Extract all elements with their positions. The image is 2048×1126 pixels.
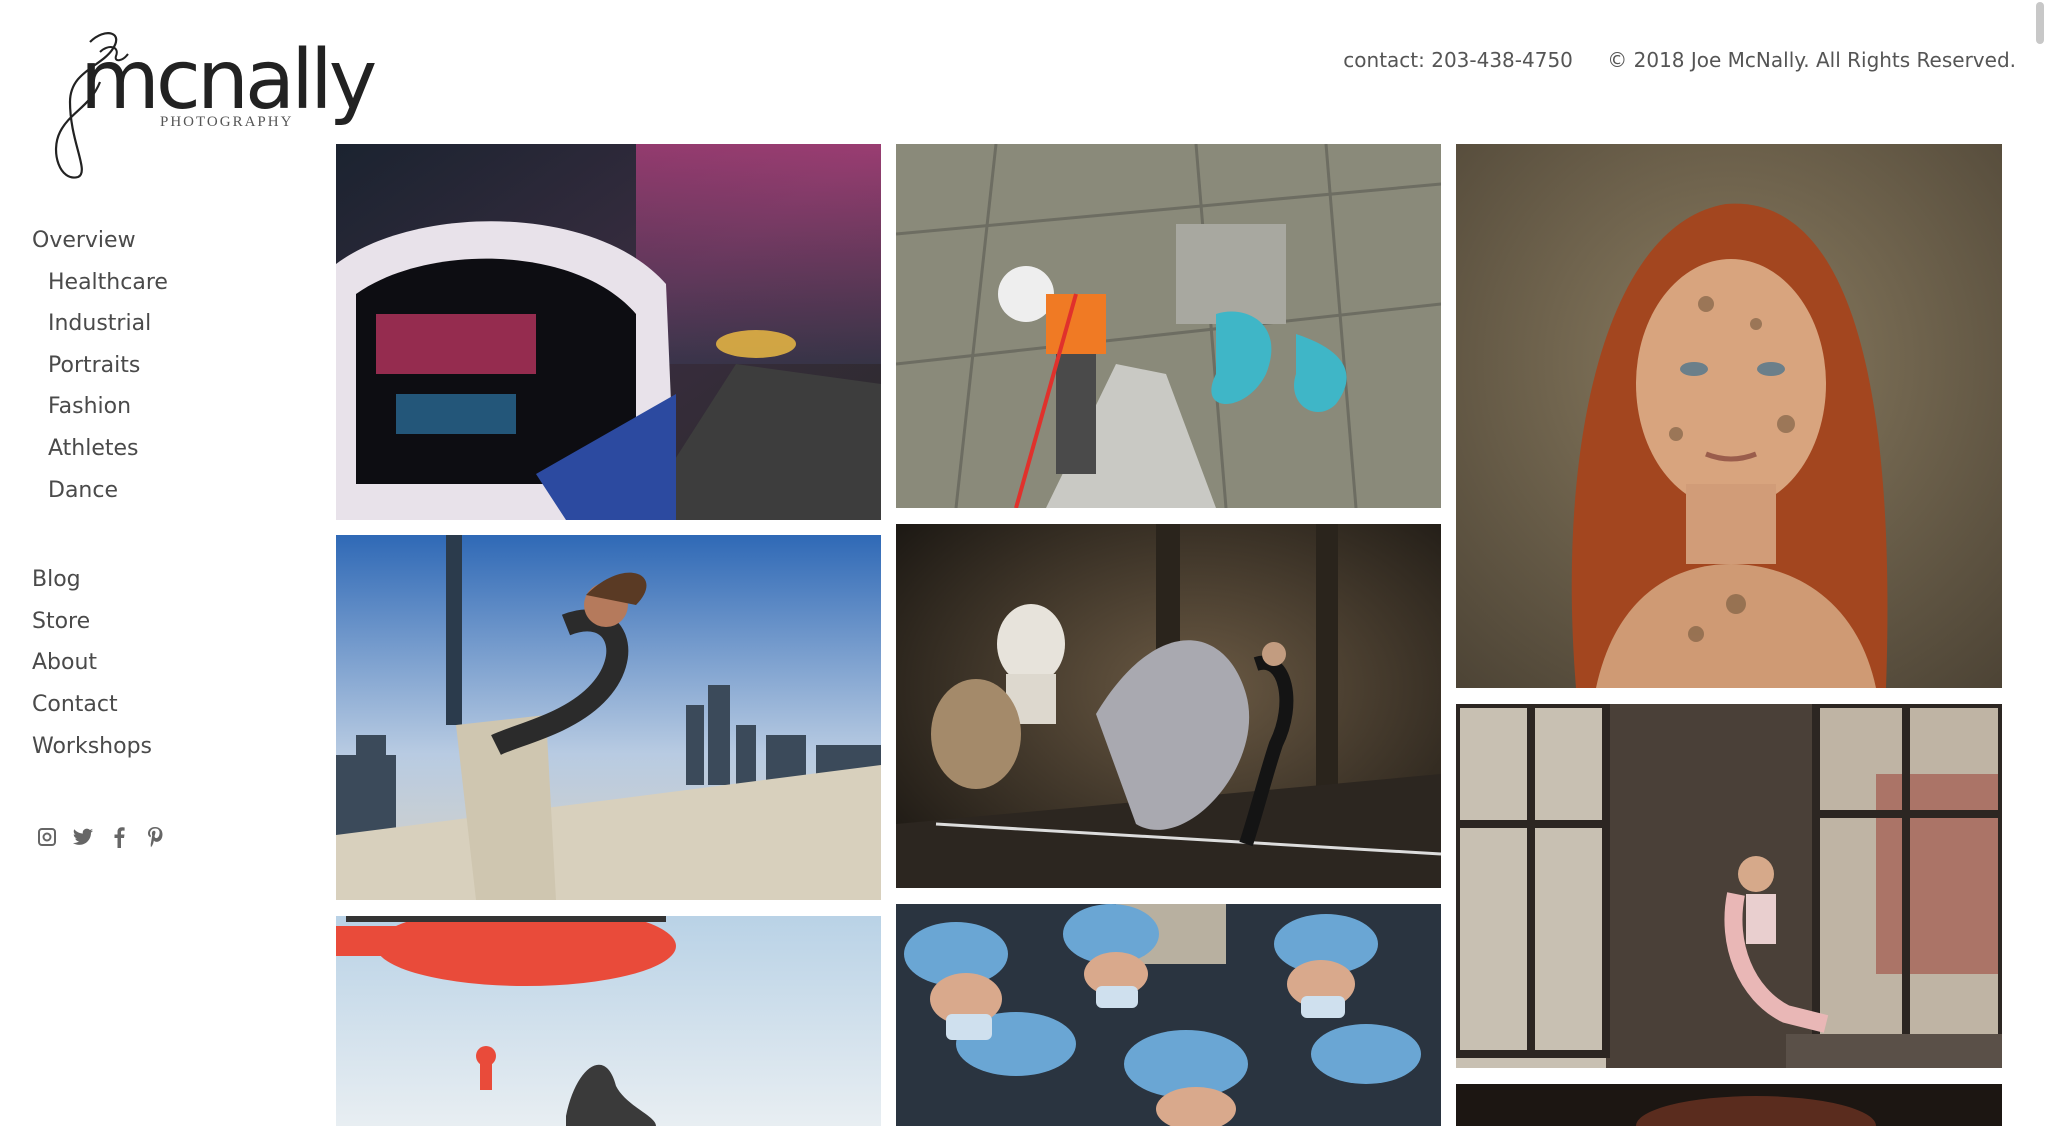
helicopter-photo — [336, 916, 881, 1126]
site-logo[interactable]: mcnally PHOTOGRAPHY — [30, 22, 377, 182]
photo-athlete-jumping[interactable] — [336, 535, 881, 900]
photo-grid — [336, 144, 2002, 1126]
photo-ambulance-times-square[interactable] — [336, 144, 881, 520]
copyright-text: © 2018 Joe McNally. All Rights Reserved. — [1607, 48, 2016, 72]
sidebar-nav: Overview Healthcare Industrial Portraits… — [32, 220, 292, 767]
photo-next-partial[interactable] — [1456, 1084, 2002, 1126]
nav-dance[interactable]: Dance — [32, 470, 292, 512]
nav-store[interactable]: Store — [32, 601, 292, 643]
photo-aerial-climber[interactable] — [896, 144, 1441, 508]
fashion-photo — [896, 524, 1441, 888]
nav-workshops[interactable]: Workshops — [32, 726, 292, 768]
header-info: contact: 203-438-4750 © 2018 Joe McNally… — [1343, 48, 2016, 72]
dancer-photo — [1456, 704, 2002, 1068]
surgeons-photo — [896, 904, 1441, 1126]
photo-dancer-window[interactable] — [1456, 704, 2002, 1068]
nav-about[interactable]: About — [32, 642, 292, 684]
pinterest-icon[interactable] — [144, 826, 166, 848]
contact-phone[interactable]: contact: 203-438-4750 — [1343, 48, 1573, 72]
twitter-icon[interactable] — [72, 826, 94, 848]
photo-portrait-woman[interactable] — [1456, 144, 2002, 688]
portrait-photo — [1456, 144, 2002, 688]
instagram-icon[interactable] — [36, 826, 58, 848]
nav-healthcare[interactable]: Healthcare — [32, 262, 292, 304]
logo-wordmark: mcnally — [80, 33, 377, 128]
nav-overview[interactable]: Overview — [32, 220, 292, 262]
climber-photo — [896, 144, 1441, 508]
photo-surgeons[interactable] — [896, 904, 1441, 1126]
partial-photo — [1456, 1084, 2002, 1126]
logo-subtitle: PHOTOGRAPHY — [160, 114, 294, 130]
nav-athletes[interactable]: Athletes — [32, 428, 292, 470]
nav-blog[interactable]: Blog — [32, 559, 292, 601]
photo-fashion-museum[interactable] — [896, 524, 1441, 888]
social-links — [36, 826, 166, 848]
ambulance-photo — [336, 144, 881, 520]
page-scrollbar[interactable] — [2036, 2, 2044, 44]
nav-fashion[interactable]: Fashion — [32, 386, 292, 428]
athlete-photo — [336, 535, 881, 900]
nav-contact[interactable]: Contact — [32, 684, 292, 726]
facebook-icon[interactable] — [108, 826, 130, 848]
photo-helicopter-rescue[interactable] — [336, 916, 881, 1126]
nav-industrial[interactable]: Industrial — [32, 303, 292, 345]
nav-portraits[interactable]: Portraits — [32, 345, 292, 387]
